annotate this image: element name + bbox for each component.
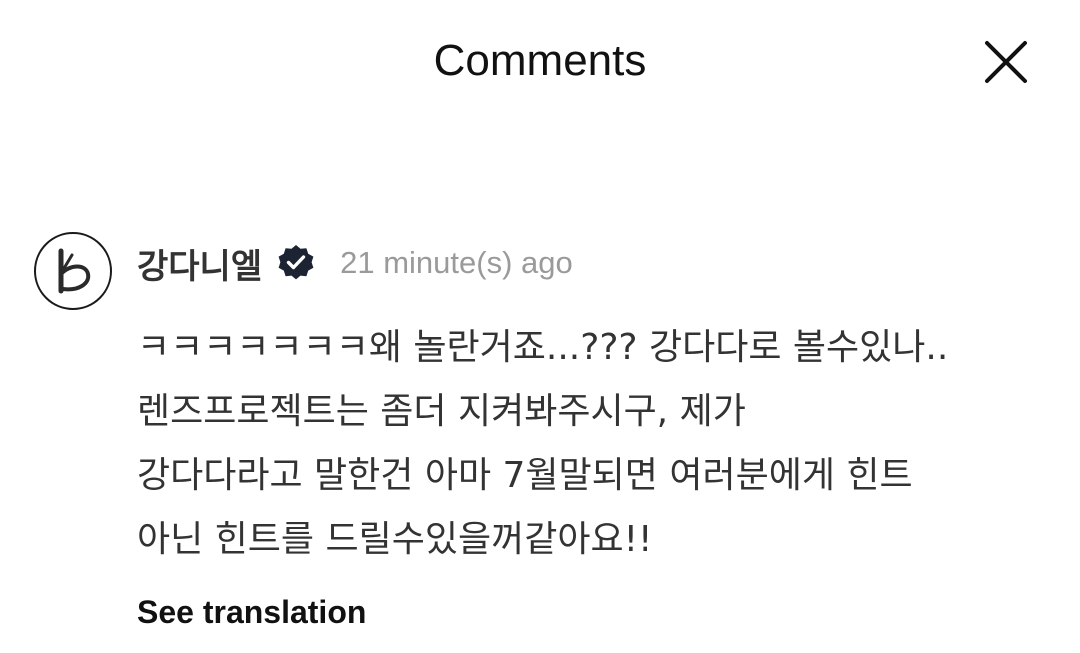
see-translation-link[interactable]: See translation: [137, 590, 366, 634]
verified-badge-icon: [276, 243, 316, 283]
close-button[interactable]: [982, 38, 1030, 86]
k-logo-avatar-icon: [43, 241, 103, 301]
comment-line: 아닌 힌트를 드릴수있을꺼같아요!!: [137, 519, 653, 560]
page-title: Comments: [433, 36, 647, 85]
avatar[interactable]: [34, 232, 112, 310]
comment-line: 렌즈프로젝트는 좀더 지켜봐주시구, 제가: [137, 391, 746, 432]
close-icon: [985, 41, 1027, 83]
comment-meta: 강다니엘 21 minute(s) ago: [137, 238, 573, 288]
comment-line: 강다다라고 말한건 아마 7월말되면 여러분에게 힌트: [137, 455, 913, 496]
username[interactable]: 강다니엘: [137, 239, 262, 288]
comment-text: ㅋㅋㅋㅋㅋㅋㅋ왜 놀란거죠...??? 강다다로 볼수있나.. 렌즈프로젝트는 …: [137, 316, 1047, 572]
comment-line: ㅋㅋㅋㅋㅋㅋㅋ왜 놀란거죠...??? 강다다로 볼수있나..: [137, 327, 949, 368]
timestamp: 21 minute(s) ago: [340, 245, 573, 280]
